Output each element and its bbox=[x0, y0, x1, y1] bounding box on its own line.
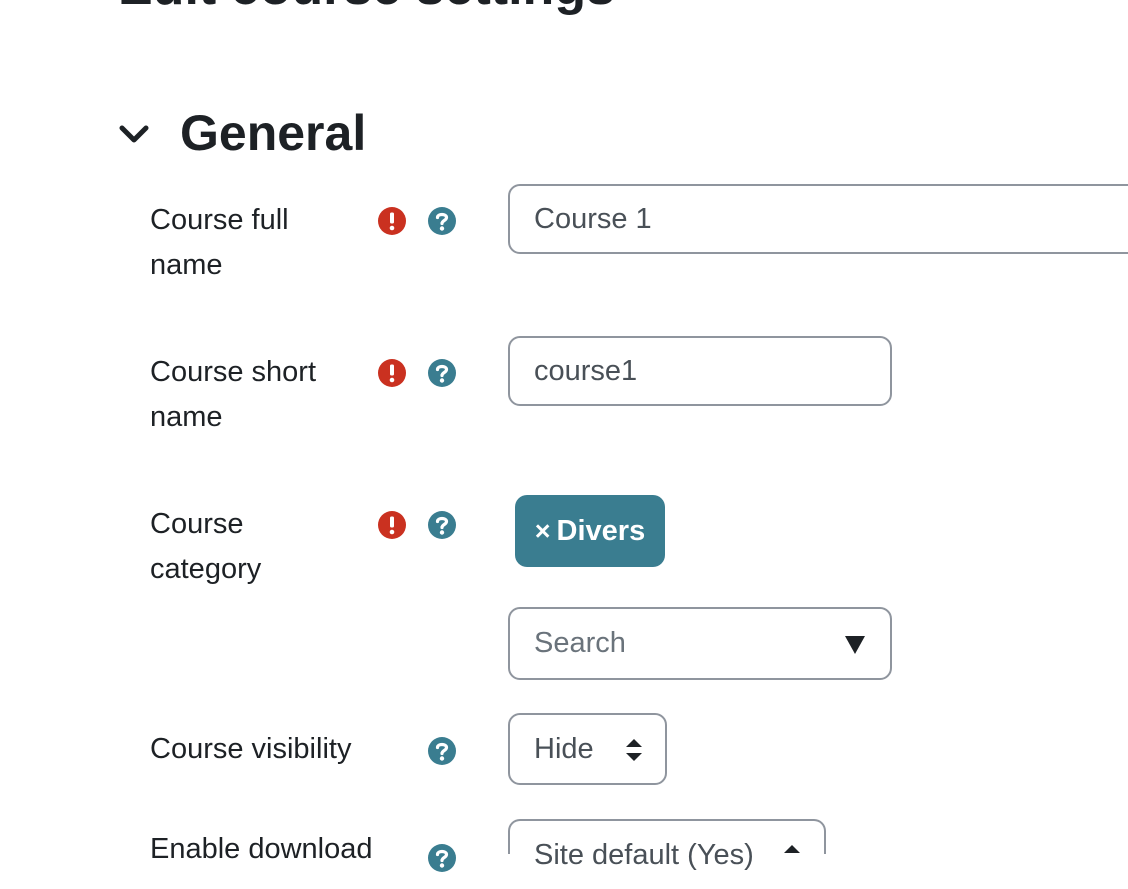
section-title: General bbox=[180, 105, 367, 161]
help-icon[interactable] bbox=[427, 843, 457, 873]
category-search-box[interactable] bbox=[508, 607, 892, 680]
visibility-value: Hide bbox=[534, 733, 594, 765]
enable-download-select[interactable]: Site default (Yes) bbox=[508, 819, 826, 871]
download-label: Enable download bbox=[150, 833, 373, 865]
sort-arrows-icon bbox=[784, 845, 800, 853]
remove-icon[interactable]: × bbox=[535, 516, 551, 547]
required-icon bbox=[377, 510, 407, 540]
help-icon[interactable] bbox=[427, 358, 457, 388]
category-label: Course category bbox=[150, 508, 262, 585]
caret-down-icon[interactable] bbox=[844, 635, 866, 655]
selected-category-chip[interactable]: × Divers bbox=[515, 495, 665, 567]
visibility-label: Course visibility bbox=[150, 733, 352, 765]
help-icon[interactable] bbox=[427, 206, 457, 236]
required-icon bbox=[377, 206, 407, 236]
selected-category-label: Divers bbox=[556, 514, 646, 547]
course-fullname-input[interactable] bbox=[508, 184, 1128, 254]
fullname-label: Course full name bbox=[150, 204, 289, 281]
page-title: Edit course settings bbox=[118, 0, 615, 13]
download-value: Site default (Yes) bbox=[534, 839, 754, 871]
sort-arrows-icon bbox=[626, 739, 642, 761]
chevron-down-icon bbox=[119, 125, 149, 143]
course-shortname-input[interactable] bbox=[508, 336, 892, 406]
section-collapse-toggle[interactable] bbox=[118, 118, 150, 150]
help-icon[interactable] bbox=[427, 736, 457, 766]
help-icon[interactable] bbox=[427, 510, 457, 540]
required-icon bbox=[377, 358, 407, 388]
shortname-label: Course short name bbox=[150, 356, 317, 433]
category-search-input[interactable] bbox=[510, 609, 830, 678]
course-visibility-select[interactable]: Hide bbox=[508, 713, 667, 785]
